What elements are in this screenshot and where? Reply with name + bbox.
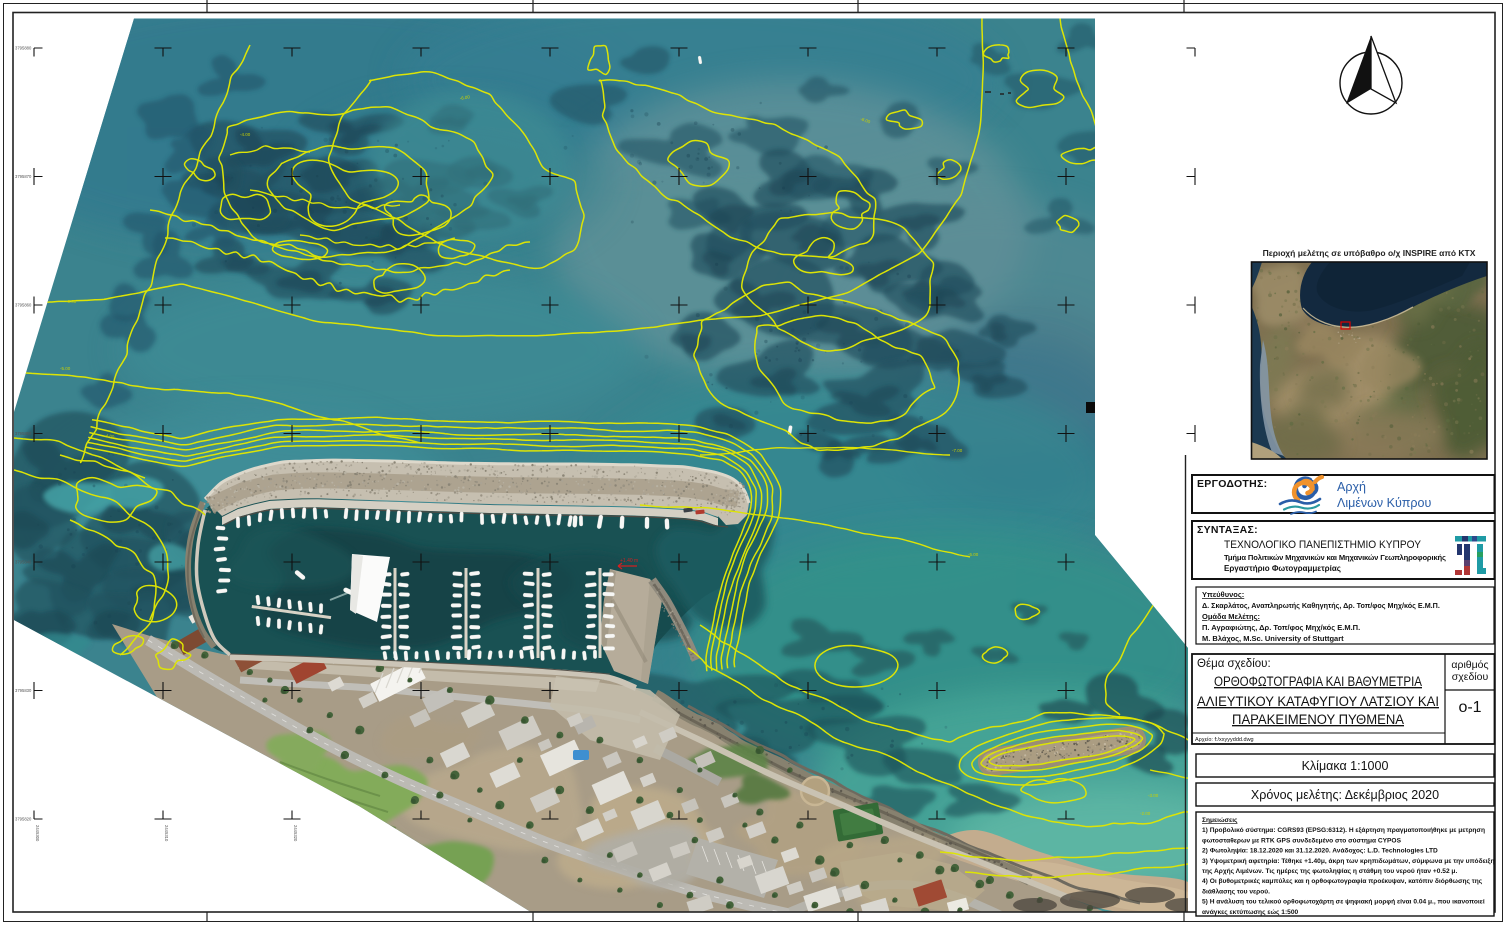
svg-text:ΤΕΧΝΟΛΟΓΙΚΟ ΠΑΝΕΠΙΣΤΗΜΙΟ ΚΥΠΡΟ: ΤΕΧΝΟΛΟΓΙΚΟ ΠΑΝΕΠΙΣΤΗΜΙΟ ΚΥΠΡΟΥ [1224,539,1421,551]
svg-text:Τμήμα Πολιτικών Μηχανικών και: Τμήμα Πολιτικών Μηχανικών και Μηχανικών … [1224,553,1446,562]
svg-text:Αρχή: Αρχή [1337,480,1366,494]
svg-text:Σημειώσεις: Σημειώσεις [1202,817,1238,824]
svg-text:Δ. Σκαρλάτος, Αναπληρωτής Καθη: Δ. Σκαρλάτος, Αναπληρωτής Καθηγητής, Δρ.… [1202,601,1440,610]
svg-text:Ομάδα Μελέτης:: Ομάδα Μελέτης: [1202,612,1260,621]
svg-text:o-1: o-1 [1458,699,1481,716]
svg-text:3795840: 3795840 [15,560,32,565]
svg-text:-5.00: -5.00 [60,366,71,371]
svg-text:ΟΡΘΟΦΩΤΟΓΡΑΦΙΑ ΚΑΙ ΒΑΘΥΜΕΤΡΙΑ: ΟΡΘΟΦΩΤΟΓΡΑΦΙΑ ΚΑΙ ΒΑΘΥΜΕΤΡΙΑ [1214,674,1422,689]
svg-text:Υπεύθυνος:: Υπεύθυνος: [1202,590,1244,599]
svg-text:Λιμένων Κύπρου: Λιμένων Κύπρου [1337,496,1431,510]
svg-text:-2.00: -2.00 [1140,811,1151,816]
svg-text:2445300: 2445300 [35,825,40,842]
svg-text:Θέμα σχεδίου:: Θέμα σχεδίου: [1197,658,1271,670]
svg-text:ΕΡΓΟΔΟΤΗΣ:: ΕΡΓΟΔΟΤΗΣ: [1197,478,1267,490]
svg-text:3795870: 3795870 [15,174,32,179]
svg-text:Περιοχή μελέτης σε υπόβαθρο ο/: Περιοχή μελέτης σε υπόβαθρο ο/χ INSPIRE … [1263,248,1476,258]
svg-text:3795880: 3795880 [15,46,32,51]
svg-text:3795830: 3795830 [15,688,32,693]
svg-text:3795860: 3795860 [15,303,32,308]
svg-text:1) Προβολικό σύστημα: CGRS93 (: 1) Προβολικό σύστημα: CGRS93 (EPSG:6312)… [1202,826,1485,834]
svg-text:διάθλασης του νερού.: διάθλασης του νερού. [1202,887,1270,895]
svg-text:αριθμός: αριθμός [1451,659,1488,671]
svg-text:ανάγκες εκτύπωσης εώς 1:500: ανάγκες εκτύπωσης εώς 1:500 [1202,909,1298,916]
svg-text:-6.00: -6.00 [66,299,77,304]
svg-text:ΣΥΝΤΑΞΑΣ:: ΣΥΝΤΑΞΑΣ: [1197,524,1258,536]
svg-text:+1.40 m: +1.40 m [620,558,638,564]
svg-text:-4.00: -4.00 [240,132,251,137]
svg-text:3795820: 3795820 [15,817,32,822]
svg-text:Κλίμακα 1:1000: Κλίμακα 1:1000 [1302,759,1389,773]
svg-text:2) Φωτοληψία: 18.12.2020 και 3: 2) Φωτοληψία: 18.12.2020 και 31.12.2020.… [1202,847,1438,855]
svg-text:3795850: 3795850 [15,431,32,436]
svg-text:-5.00: -5.00 [968,552,979,557]
svg-text:Μ. Βλάχος, M.Sc. University of: Μ. Βλάχος, M.Sc. University of Stuttgart [1202,634,1344,643]
svg-text:4) Οι βυθομετρικές καμπύλες κα: 4) Οι βυθομετρικές καμπύλες και η ορθοφω… [1202,877,1483,885]
svg-text:3) Υψομετρική αφετηρία: Τέθηκε: 3) Υψομετρική αφετηρία: Τέθηκε +1.40μ, ά… [1202,858,1495,865]
svg-text:2445320: 2445320 [293,825,298,842]
svg-text:Εργαστήριο Φωτογραμμετρίας: Εργαστήριο Φωτογραμμετρίας [1224,564,1341,573]
svg-text:-7.00: -7.00 [952,448,963,453]
svg-text:Αρχείο: f:/xxyyyddd.dwg: Αρχείο: f:/xxyyyddd.dwg [1195,737,1254,743]
svg-text:-3.00: -3.00 [1148,793,1159,798]
svg-text:φωτοσταθερων με RTK GPS συνδεδ: φωτοσταθερων με RTK GPS συνδεδεμένο στο … [1202,837,1402,844]
svg-text:5) Η ανάλυση του τελικού ορθοφ: 5) Η ανάλυση του τελικού ορθοφωτοχάρτη σ… [1202,898,1485,906]
svg-text:2445310: 2445310 [164,825,169,842]
svg-text:σχεδίου: σχεδίου [1452,671,1489,683]
svg-text:ΑΛΙΕΥΤΙΚΟΥ ΚΑΤΑΦΥΓΙΟΥ ΛΑΤΣΙΟΥ: ΑΛΙΕΥΤΙΚΟΥ ΚΑΤΑΦΥΓΙΟΥ ΛΑΤΣΙΟΥ ΚΑΙ [1197,694,1439,709]
svg-text:ΠΑΡΑΚΕΙΜΕΝΟΥ ΠΥΘΜΕΝΑ: ΠΑΡΑΚΕΙΜΕΝΟΥ ΠΥΘΜΕΝΑ [1232,712,1404,727]
svg-text:Π. Αγραφιώτης, Δρ. Τοπ/φος Μηχ: Π. Αγραφιώτης, Δρ. Τοπ/φος Μηχ/κός Ε.Μ.Π… [1202,623,1360,632]
svg-text:της Αρχής Λιμένων. Τις ημέρες: της Αρχής Λιμένων. Τις ημέρες της φωτολη… [1202,867,1457,875]
svg-text:Χρόνος μελέτης: Δεκέμβριος 202: Χρόνος μελέτης: Δεκέμβριος 2020 [1251,788,1439,802]
